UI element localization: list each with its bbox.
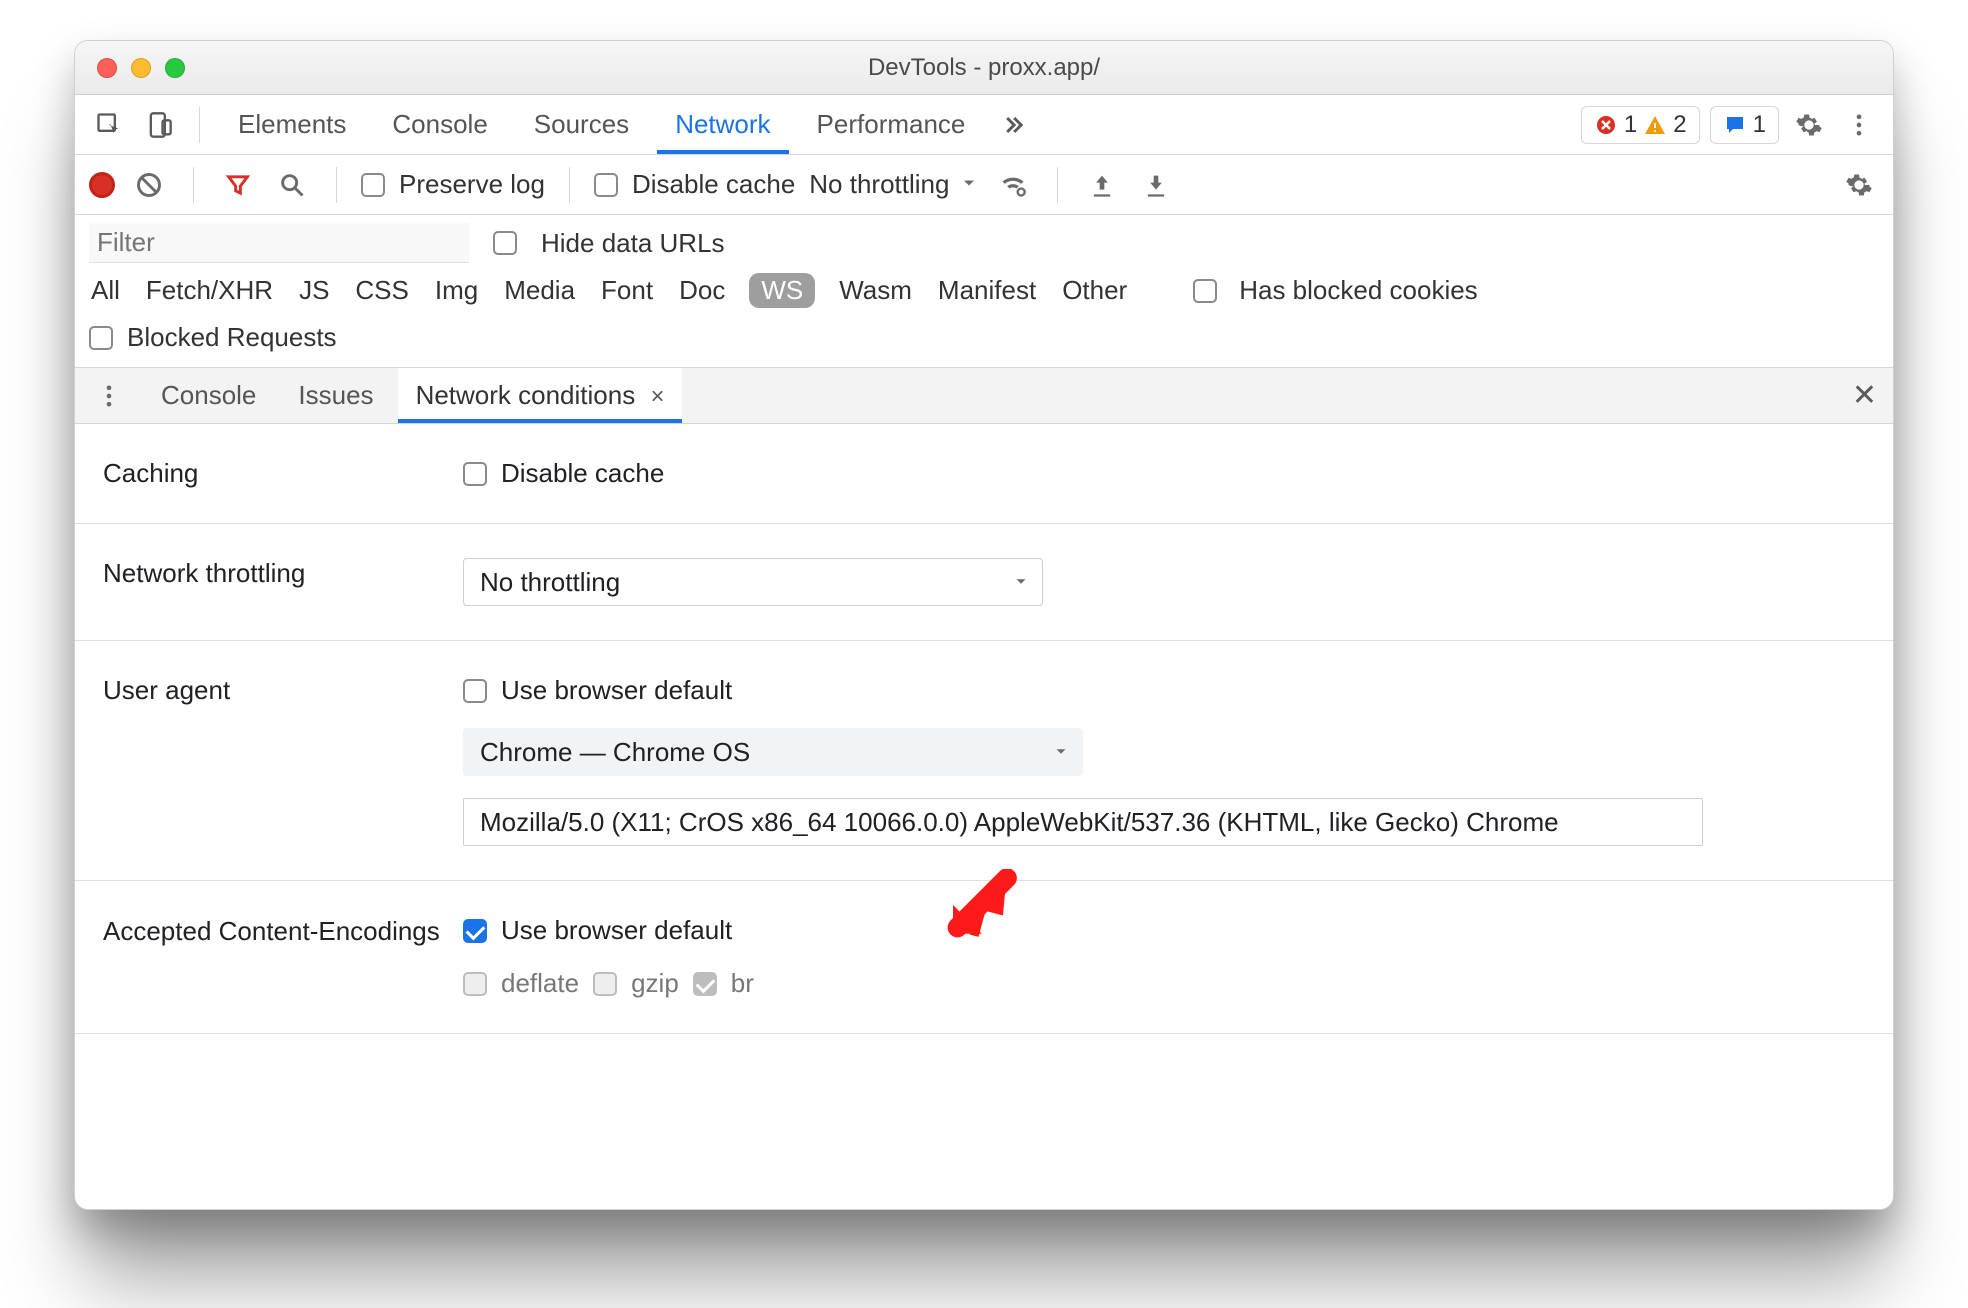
error-count: 1 — [1624, 111, 1637, 139]
encoding-deflate-checkbox — [463, 972, 487, 996]
tab-performance[interactable]: Performance — [799, 95, 984, 154]
hide-data-urls-checkbox[interactable] — [493, 231, 517, 255]
drawer-tab-issues[interactable]: Issues — [280, 368, 391, 423]
separator — [193, 167, 194, 203]
section-throttling: Network throttling No throttling — [75, 524, 1893, 641]
filter-type-other[interactable]: Other — [1060, 273, 1129, 308]
caret-down-icon — [1052, 737, 1070, 768]
blocked-requests-label: Blocked Requests — [127, 322, 337, 353]
caret-down-icon — [959, 169, 979, 200]
drawer-more-icon[interactable] — [89, 376, 129, 416]
filter-type-img[interactable]: Img — [433, 273, 480, 308]
filter-type-manifest[interactable]: Manifest — [936, 273, 1038, 308]
more-menu-icon[interactable] — [1839, 105, 1879, 145]
user-agent-label: User agent — [103, 675, 463, 846]
separator — [336, 167, 337, 203]
network-toolbar: Preserve log Disable cache No throttling — [75, 155, 1893, 215]
encoding-deflate-label: deflate — [501, 968, 579, 999]
warning-count: 2 — [1673, 111, 1686, 139]
ua-preset-value: Chrome — Chrome OS — [480, 737, 750, 768]
drawer-close-button[interactable]: ✕ — [1852, 378, 1877, 413]
filter-input[interactable] — [89, 223, 469, 263]
encodings-use-default-label: Use browser default — [501, 915, 732, 946]
tab-elements[interactable]: Elements — [220, 95, 364, 154]
record-button[interactable] — [89, 172, 115, 198]
filter-type-ws[interactable]: WS — [749, 273, 815, 308]
filter-types: All Fetch/XHR JS CSS Img Media Font Doc … — [89, 273, 1879, 308]
drawer-tab-label: Network conditions — [416, 380, 636, 410]
devtools-window: DevTools - proxx.app/ Elements Console S… — [74, 40, 1894, 1210]
issues-icon — [1723, 113, 1747, 137]
tab-console[interactable]: Console — [374, 95, 505, 154]
encodings-use-default-checkbox[interactable] — [463, 919, 487, 943]
close-tab-icon[interactable]: × — [650, 383, 664, 410]
tab-sources[interactable]: Sources — [516, 95, 647, 154]
preserve-log-checkbox[interactable] — [361, 173, 385, 197]
encoding-br-checkbox — [693, 972, 717, 996]
throttling-select[interactable]: No throttling — [463, 558, 1043, 606]
disable-cache-checkbox[interactable] — [594, 173, 618, 197]
separator — [199, 107, 200, 143]
separator — [569, 167, 570, 203]
throttling-label: Network throttling — [103, 558, 463, 606]
inspect-element-icon[interactable] — [89, 105, 129, 145]
window-title: DevTools - proxx.app/ — [75, 54, 1893, 82]
ua-use-default-checkbox[interactable] — [463, 679, 487, 703]
encoding-gzip-checkbox — [593, 972, 617, 996]
section-caching: Caching Disable cache — [75, 424, 1893, 524]
titlebar: DevTools - proxx.app/ — [75, 41, 1893, 95]
ua-preset-select[interactable]: Chrome — Chrome OS — [463, 728, 1083, 776]
throttling-select[interactable]: No throttling — [809, 169, 979, 200]
encoding-gzip-label: gzip — [631, 968, 679, 999]
caret-down-icon — [1012, 567, 1030, 598]
filter-type-wasm[interactable]: Wasm — [837, 273, 914, 308]
filter-type-font[interactable]: Font — [599, 273, 655, 308]
ua-string-input[interactable] — [463, 798, 1703, 846]
drawer-tab-network-conditions[interactable]: Network conditions × — [398, 368, 683, 423]
has-blocked-cookies-checkbox[interactable] — [1193, 279, 1217, 303]
filter-type-doc[interactable]: Doc — [677, 273, 727, 308]
network-settings-icon[interactable] — [1839, 165, 1879, 205]
throttling-select-value: No throttling — [480, 567, 620, 598]
filter-type-css[interactable]: CSS — [353, 273, 410, 308]
separator — [1057, 167, 1058, 203]
has-blocked-cookies-label: Has blocked cookies — [1239, 275, 1477, 306]
warning-icon — [1643, 113, 1667, 137]
filter-bar: Hide data URLs All Fetch/XHR JS CSS Img … — [75, 215, 1893, 368]
drawer-tab-console[interactable]: Console — [143, 368, 274, 423]
filter-type-js[interactable]: JS — [297, 273, 331, 308]
encoding-br-label: br — [731, 968, 754, 999]
section-user-agent: User agent Use browser default Chrome — … — [75, 641, 1893, 881]
filter-toggle-icon[interactable] — [218, 165, 258, 205]
settings-icon[interactable] — [1789, 105, 1829, 145]
tab-network[interactable]: Network — [657, 95, 788, 154]
section-content-encodings: Accepted Content-Encodings Use browser d… — [75, 881, 1893, 1034]
caching-label: Caching — [103, 458, 463, 489]
clear-icon[interactable] — [129, 165, 169, 205]
issues-count: 1 — [1753, 111, 1766, 139]
throttling-value: No throttling — [809, 169, 949, 200]
main-tabstrip: Elements Console Sources Network Perform… — [75, 95, 1893, 155]
filter-type-all[interactable]: All — [89, 273, 122, 308]
filter-type-media[interactable]: Media — [502, 273, 577, 308]
caching-disable-label: Disable cache — [501, 458, 664, 489]
encodings-label: Accepted Content-Encodings — [103, 915, 463, 999]
disable-cache-label: Disable cache — [632, 169, 795, 200]
network-conditions-icon[interactable] — [993, 165, 1033, 205]
preserve-log-label: Preserve log — [399, 169, 545, 200]
filter-type-fetchxhr[interactable]: Fetch/XHR — [144, 273, 275, 308]
ua-use-default-label: Use browser default — [501, 675, 732, 706]
issues-pill[interactable]: 1 — [1710, 106, 1779, 144]
blocked-requests-checkbox[interactable] — [89, 326, 113, 350]
hide-data-urls-label: Hide data URLs — [541, 228, 725, 259]
search-icon[interactable] — [272, 165, 312, 205]
error-icon — [1594, 113, 1618, 137]
tabs-overflow-icon[interactable] — [993, 105, 1033, 145]
import-har-icon[interactable] — [1082, 165, 1122, 205]
caching-disable-checkbox[interactable] — [463, 462, 487, 486]
drawer-tabstrip: Console Issues Network conditions × ✕ — [75, 368, 1893, 424]
device-toolbar-icon[interactable] — [139, 105, 179, 145]
errors-warnings-pill[interactable]: 1 2 — [1581, 106, 1700, 144]
export-har-icon[interactable] — [1136, 165, 1176, 205]
